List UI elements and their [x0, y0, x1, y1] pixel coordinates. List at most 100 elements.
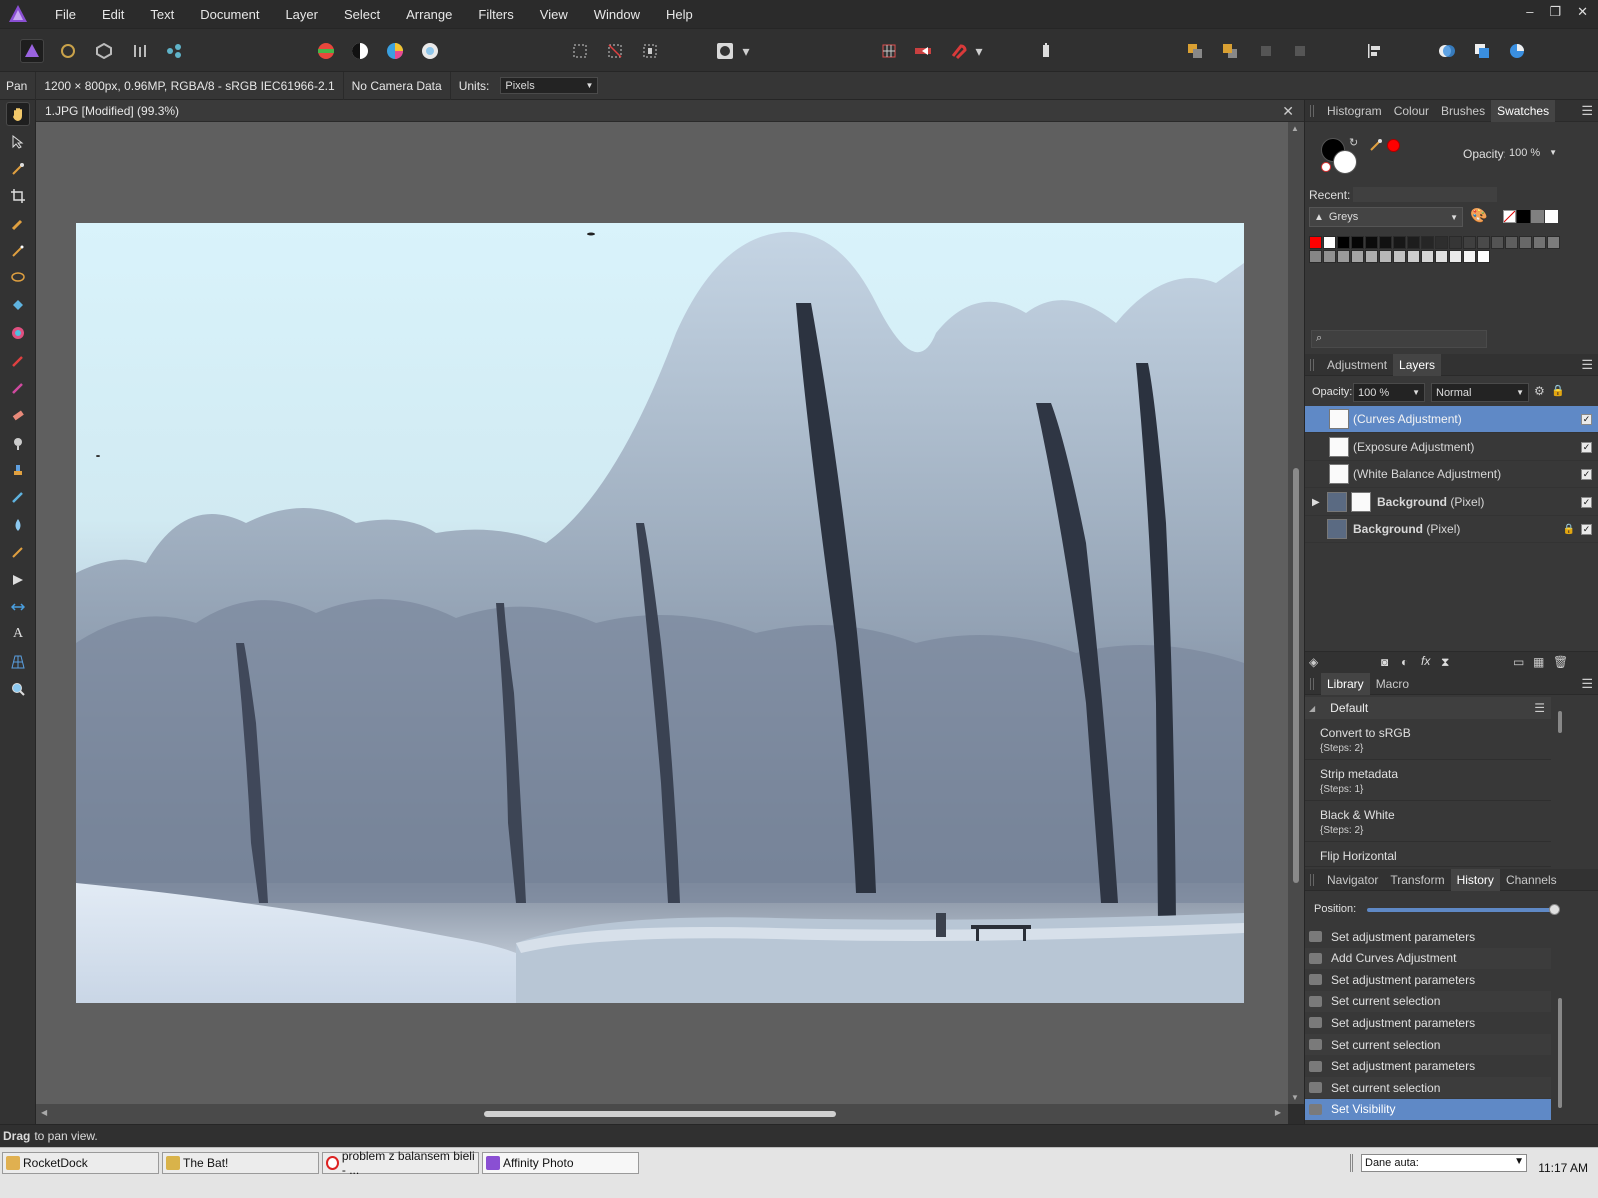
history-entry[interactable]: Set adjustment parameters: [1305, 1056, 1551, 1077]
lock-icon[interactable]: 🔒: [1551, 384, 1565, 397]
quick-swatch-grey[interactable]: [1531, 210, 1544, 223]
visibility-checkbox[interactable]: ✓: [1581, 413, 1592, 425]
history-entry[interactable]: Set adjustment parameters: [1305, 1012, 1551, 1033]
perspective-tool-icon[interactable]: [6, 650, 30, 674]
minimize-button[interactable]: –: [1526, 4, 1533, 20]
palette-swatch[interactable]: [1351, 236, 1364, 249]
clone-brush-tool-icon[interactable]: [6, 458, 30, 482]
mask-layer-icon[interactable]: ◙: [1381, 655, 1388, 669]
mesh-warp-tool-icon[interactable]: [6, 595, 30, 619]
paint-brush-tool-icon[interactable]: [6, 349, 30, 373]
palette-swatch[interactable]: [1533, 236, 1546, 249]
units-dropdown[interactable]: Pixels ▼: [500, 77, 599, 94]
menu-window[interactable]: Window: [581, 0, 653, 28]
library-item[interactable]: Black & White {Steps: 2}: [1305, 802, 1551, 842]
horizontal-scroll-thumb[interactable]: [484, 1111, 836, 1117]
align-icon[interactable]: [1362, 39, 1386, 63]
horizontal-scrollbar[interactable]: ◀ ▶: [36, 1104, 1288, 1124]
swatch-search[interactable]: ⌕: [1311, 330, 1487, 348]
palette-swatch[interactable]: [1309, 250, 1322, 263]
vertical-scrollbar[interactable]: ▲ ▼: [1288, 122, 1304, 1104]
library-category[interactable]: ◢ Default ☰: [1305, 697, 1551, 719]
palette-swatch[interactable]: [1449, 236, 1462, 249]
library-item[interactable]: Convert to sRGB {Steps: 2}: [1305, 720, 1551, 760]
snapping-grid-icon[interactable]: [877, 39, 901, 63]
auto-white-balance-icon[interactable]: [418, 39, 442, 63]
visibility-checkbox[interactable]: ✓: [1581, 496, 1592, 508]
layer-row-white-balance[interactable]: (White Balance Adjustment) ✓: [1305, 461, 1598, 488]
boolean-subtract-icon[interactable]: [1470, 39, 1494, 63]
colour-picker-tool-icon[interactable]: [6, 157, 30, 181]
auto-levels-icon[interactable]: [314, 39, 338, 63]
develop-persona-icon[interactable]: [92, 39, 116, 63]
blend-mode-dropdown[interactable]: Normal ▼: [1431, 383, 1529, 402]
add-group-icon[interactable]: ▭: [1513, 655, 1524, 669]
colour-replacement-tool-icon[interactable]: [6, 376, 30, 400]
blur-brush-tool-icon[interactable]: [6, 513, 30, 537]
expand-triangle-icon[interactable]: ▶: [1312, 497, 1320, 508]
palette-swatch[interactable]: [1365, 236, 1378, 249]
assistant-icon[interactable]: [1034, 39, 1058, 63]
scroll-down-icon[interactable]: ▼: [1291, 1093, 1299, 1102]
selection-brush-tool-icon[interactable]: [6, 212, 30, 236]
recent-colour-swatch[interactable]: [1387, 139, 1400, 152]
palette-swatch[interactable]: [1547, 236, 1560, 249]
palette-swatch[interactable]: [1491, 236, 1504, 249]
palette-swatch[interactable]: [1337, 236, 1350, 249]
panel-grip-icon[interactable]: [1310, 359, 1314, 371]
quick-swatch-black[interactable]: [1517, 210, 1530, 223]
library-scroll-thumb[interactable]: [1558, 711, 1562, 733]
palette-swatch[interactable]: [1449, 250, 1462, 263]
text-tool-icon[interactable]: A: [6, 622, 30, 646]
auto-contrast-icon[interactable]: [348, 39, 372, 63]
palette-swatch[interactable]: [1477, 250, 1490, 263]
tab-layers[interactable]: Layers: [1393, 353, 1442, 376]
scroll-left-icon[interactable]: ◀: [41, 1108, 47, 1117]
visibility-checkbox[interactable]: ✓: [1581, 441, 1592, 453]
move-to-back-icon[interactable]: [1183, 39, 1207, 63]
menu-edit[interactable]: Edit: [89, 0, 137, 28]
chevron-down-icon[interactable]: ▾: [973, 39, 985, 63]
panel-menu-icon[interactable]: ☰: [1581, 357, 1593, 373]
history-entry[interactable]: Set Visibility: [1305, 1098, 1551, 1120]
panel-grip-icon[interactable]: [1310, 105, 1314, 117]
panel-grip-icon[interactable]: [1310, 874, 1314, 886]
tab-histogram[interactable]: Histogram: [1321, 100, 1388, 122]
panel-grip-icon[interactable]: [1310, 678, 1314, 690]
layer-row-background[interactable]: Background (Pixel) 🔒 ✓: [1305, 516, 1598, 543]
tab-navigator[interactable]: Navigator: [1321, 869, 1384, 891]
canvas-area[interactable]: [36, 122, 1288, 1104]
flood-fill-tool-icon[interactable]: [6, 294, 30, 318]
pan-tool-icon[interactable]: [6, 102, 30, 126]
task-rocketdock[interactable]: RocketDock: [2, 1152, 159, 1174]
tab-library[interactable]: Library: [1321, 672, 1370, 695]
vertical-scroll-thumb[interactable]: [1293, 468, 1299, 883]
marquee-selection-icon[interactable]: [568, 39, 592, 63]
library-item[interactable]: Flip Horizontal: [1305, 843, 1551, 867]
swap-colours-icon[interactable]: ↻: [1349, 136, 1358, 149]
smudge-brush-tool-icon[interactable]: [6, 540, 30, 564]
quick-swatch-none[interactable]: [1503, 210, 1516, 223]
collapse-triangle-icon[interactable]: ◢: [1309, 704, 1315, 713]
move-to-front-icon[interactable]: [1218, 39, 1242, 63]
history-entry[interactable]: Set current selection: [1305, 990, 1551, 1012]
boolean-add-icon[interactable]: [1435, 39, 1459, 63]
tab-colour[interactable]: Colour: [1388, 100, 1435, 122]
snapping-magnet-icon[interactable]: [946, 39, 970, 63]
history-position-slider[interactable]: [1367, 904, 1560, 915]
close-document-icon[interactable]: ✕: [1282, 103, 1294, 120]
adjustment-layer-icon[interactable]: ◐: [1401, 655, 1408, 669]
menu-document[interactable]: Document: [187, 0, 272, 28]
layers-opacity-dropdown[interactable]: 100 % ▼: [1353, 383, 1425, 402]
move-tool-icon[interactable]: [6, 130, 30, 154]
visibility-checkbox[interactable]: ✓: [1581, 523, 1592, 535]
lock-icon[interactable]: 🔒: [1563, 524, 1575, 535]
history-entry[interactable]: Set adjustment parameters: [1305, 926, 1551, 947]
tone-mapping-persona-icon[interactable]: [128, 39, 152, 63]
history-entry[interactable]: Set current selection: [1305, 1077, 1551, 1099]
export-persona-icon[interactable]: [162, 39, 186, 63]
tab-history[interactable]: History: [1450, 868, 1500, 891]
library-item[interactable]: Strip metadata {Steps: 1}: [1305, 761, 1551, 801]
scroll-up-icon[interactable]: ▲: [1291, 124, 1299, 133]
palette-swatch[interactable]: [1309, 236, 1322, 249]
